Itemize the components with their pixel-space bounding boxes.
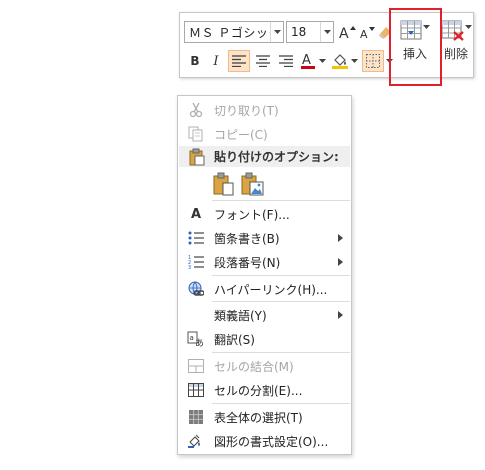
menu-item-label: コピー(C) — [214, 127, 268, 142]
grow-font-icon[interactable]: A — [337, 21, 357, 43]
menu-item-bullets[interactable]: 箇条書き(B) — [178, 226, 351, 250]
menu-separator — [212, 403, 350, 404]
context-menu: 切り取り(T) コピー(C) 貼り付けのオプション: A フォント(F)... … — [177, 95, 352, 455]
menu-item-numbering[interactable]: 123 段落番号(N) — [178, 250, 351, 274]
italic-icon[interactable]: I — [207, 50, 225, 72]
format-shape-icon — [178, 429, 214, 453]
chevron-down-icon[interactable] — [350, 50, 358, 72]
chevron-down-icon[interactable] — [320, 22, 333, 42]
menu-item-label: 段落番号(N) — [214, 255, 281, 270]
menu-item-label: 図形の書式設定(O)... — [214, 434, 329, 449]
paste-as-picture-icon[interactable] — [240, 171, 266, 197]
svg-text:3: 3 — [188, 265, 191, 269]
font-icon: A — [190, 206, 202, 222]
paste-keep-formatting-icon[interactable] — [212, 171, 236, 197]
bullet-list-icon — [178, 226, 214, 250]
menu-item-label: 類義語(Y) — [214, 308, 267, 323]
menu-item-format-shape[interactable]: 図形の書式設定(O)... — [178, 429, 351, 453]
paste-icon — [179, 148, 214, 166]
shrink-font-icon[interactable]: A — [358, 21, 376, 43]
menu-item-translate[interactable]: aあ 翻訳(S) — [178, 327, 351, 351]
copy-icon — [178, 122, 214, 146]
insert-highlight-box — [389, 8, 442, 86]
font-size-combobox[interactable]: 18 — [286, 21, 334, 43]
align-left-icon[interactable] — [228, 50, 250, 72]
svg-text:a: a — [190, 334, 194, 342]
delete-button[interactable]: 削除 — [436, 15, 476, 75]
menu-item-label: 表全体の選択(T) — [214, 410, 303, 425]
chevron-down-icon — [464, 25, 472, 29]
svg-text:あ: あ — [195, 338, 204, 347]
font-name-value: ＭＳ Ｐゴシック ﾈ — [189, 25, 270, 40]
align-center-icon[interactable] — [252, 50, 274, 72]
borders-icon[interactable] — [362, 50, 384, 72]
submenu-arrow-icon — [338, 258, 343, 266]
menu-item-copy[interactable]: コピー(C) — [178, 122, 351, 146]
menu-item-select-table[interactable]: 表全体の選択(T) — [178, 405, 351, 429]
menu-separator — [212, 352, 350, 353]
menu-item-label: 翻訳(S) — [214, 332, 255, 347]
font-name-combobox[interactable]: ＭＳ Ｐゴシック ﾈ — [184, 21, 284, 43]
chevron-down-icon[interactable] — [270, 22, 283, 42]
menu-separator — [212, 275, 350, 276]
menu-item-font[interactable]: A フォント(F)... — [178, 202, 351, 226]
menu-item-hyperlink[interactable]: ハイパーリンク(H)... — [178, 277, 351, 301]
menu-item-label: セルの分割(E)... — [214, 383, 303, 398]
menu-item-cut[interactable]: 切り取り(T) — [178, 98, 351, 122]
submenu-arrow-icon — [338, 234, 343, 242]
paste-options-label: 貼り付けのオプション: — [214, 150, 339, 164]
menu-item-merge-cells[interactable]: セルの結合(M) — [178, 354, 351, 378]
merge-cells-icon — [178, 354, 214, 378]
menu-item-split-cells[interactable]: セルの分割(E)... — [178, 378, 351, 402]
paste-options-header: 貼り付けのオプション: — [179, 146, 350, 167]
menu-item-label: セルの結合(M) — [214, 359, 294, 374]
menu-separator — [212, 200, 350, 201]
menu-item-label: 箇条書き(B) — [214, 231, 280, 246]
font-color-icon[interactable]: A — [298, 50, 318, 72]
submenu-arrow-icon — [338, 311, 343, 319]
chevron-down-icon[interactable] — [318, 50, 326, 72]
svg-text:A: A — [302, 53, 311, 68]
translate-icon: aあ — [178, 327, 214, 351]
fill-color-icon[interactable] — [330, 50, 350, 72]
menu-separator — [212, 301, 350, 302]
menu-item-label: ハイパーリンク(H)... — [214, 282, 328, 297]
select-table-icon — [178, 405, 214, 429]
split-cells-icon — [178, 378, 214, 402]
hyperlink-icon — [178, 277, 214, 301]
menu-item-label: フォント(F)... — [214, 207, 290, 222]
delete-table-icon — [441, 20, 464, 41]
font-size-value: 18 — [291, 25, 307, 39]
delete-label: 削除 — [443, 47, 468, 61]
synonyms-icon — [178, 303, 214, 327]
svg-text:A: A — [339, 26, 349, 40]
numbered-list-icon: 123 — [178, 250, 214, 274]
scissors-icon — [178, 98, 214, 122]
align-right-icon[interactable] — [275, 50, 297, 72]
menu-item-synonyms[interactable]: 類義語(Y) — [178, 303, 351, 327]
bold-icon[interactable]: B — [186, 50, 204, 72]
svg-text:A: A — [360, 28, 368, 40]
menu-item-label: 切り取り(T) — [214, 103, 279, 118]
